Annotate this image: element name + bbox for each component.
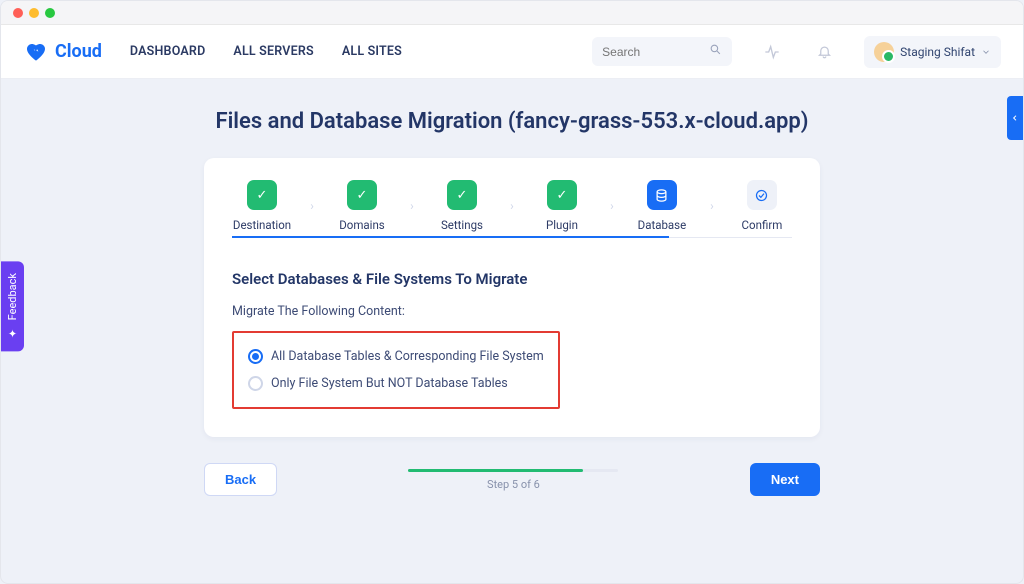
window-minimize-dot[interactable] (29, 8, 39, 18)
page-title: Files and Database Migration (fancy-gras… (1, 109, 1023, 134)
activity-icon[interactable] (760, 40, 784, 64)
brand-logo[interactable]: Cloud (23, 39, 102, 65)
step-settings[interactable]: ✓ Settings (432, 180, 492, 232)
chevron-right-icon: › (310, 199, 314, 213)
nav-all-servers[interactable]: ALL SERVERS (233, 44, 313, 59)
brand-heart-icon (23, 39, 49, 65)
radio-icon (248, 349, 263, 364)
check-icon: ✓ (347, 180, 377, 210)
chevron-right-icon: › (410, 199, 414, 213)
back-button[interactable]: Back (204, 463, 277, 496)
section-subheading: Migrate The Following Content: (232, 304, 792, 319)
chevron-down-icon (981, 47, 991, 57)
window-close-dot[interactable] (13, 8, 23, 18)
stepper: ✓ Destination › ✓ Domains › ✓ Settings ›… (232, 180, 792, 238)
top-nav-bar: Cloud DASHBOARD ALL SERVERS ALL SITES (1, 25, 1023, 79)
radio-option-all[interactable]: All Database Tables & Corresponding File… (248, 343, 544, 370)
confirm-check-icon (747, 180, 777, 210)
feedback-tab[interactable]: ✦ Feedback (1, 261, 24, 351)
wizard-footer: Back Step 5 of 6 Next (204, 463, 820, 496)
window-zoom-dot[interactable] (45, 8, 55, 18)
brand-name: Cloud (55, 41, 102, 62)
search-icon (709, 43, 722, 60)
chevron-left-icon (1011, 114, 1019, 122)
step-database[interactable]: Database (632, 180, 692, 232)
step-destination[interactable]: ✓ Destination (232, 180, 292, 232)
user-menu[interactable]: Staging Shifat (864, 36, 1001, 68)
migration-card: ✓ Destination › ✓ Domains › ✓ Settings ›… (204, 158, 820, 437)
check-icon: ✓ (447, 180, 477, 210)
migration-content-radio-group: All Database Tables & Corresponding File… (232, 331, 560, 409)
step-domains[interactable]: ✓ Domains (332, 180, 392, 232)
chevron-right-icon: › (510, 199, 514, 213)
step-confirm[interactable]: Confirm (732, 180, 792, 232)
avatar (874, 42, 894, 62)
step-counter: Step 5 of 6 (293, 478, 734, 491)
search-box[interactable] (592, 37, 732, 66)
database-icon (647, 180, 677, 210)
check-icon: ✓ (247, 180, 277, 210)
step-plugin[interactable]: ✓ Plugin (532, 180, 592, 232)
nav-all-sites[interactable]: ALL SITES (342, 44, 402, 59)
window-titlebar (1, 1, 1023, 25)
chevron-right-icon: › (710, 199, 714, 213)
search-input[interactable] (602, 45, 709, 59)
puzzle-icon: ✦ (6, 326, 19, 339)
check-icon: ✓ (547, 180, 577, 210)
user-name: Staging Shifat (900, 45, 975, 59)
chevron-right-icon: › (610, 199, 614, 213)
nav-dashboard[interactable]: DASHBOARD (130, 44, 206, 59)
next-button[interactable]: Next (750, 463, 820, 496)
radio-option-files-only[interactable]: Only File System But NOT Database Tables (248, 370, 544, 397)
side-panel-toggle[interactable] (1007, 96, 1023, 140)
progress-indicator: Step 5 of 6 (293, 469, 734, 491)
section-heading: Select Databases & File Systems To Migra… (232, 270, 792, 288)
bell-icon[interactable] (812, 40, 836, 64)
radio-icon (248, 376, 263, 391)
